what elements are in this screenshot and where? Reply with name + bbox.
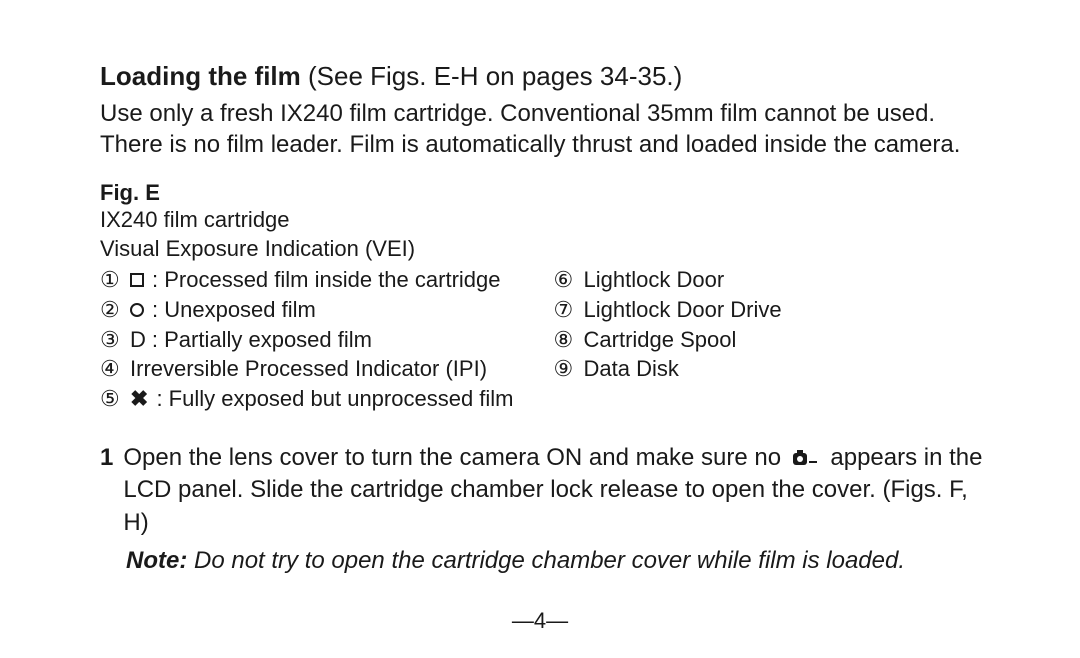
legend-text: : Unexposed film [152,295,316,325]
note-body: Do not try to open the cartridge chamber… [187,547,905,574]
legend-number: ⑤ [100,384,124,414]
legend-item: ④ Irreversible Processed Indicator (IPI) [100,354,514,384]
section-heading: Loading the film (See Figs. E-H on pages… [100,60,990,94]
square-icon [130,273,144,287]
cartridge-icon [792,449,820,467]
legend-item: ① : Processed film inside the cartridge [100,265,514,295]
step-number: 1 [100,442,113,539]
step-1: 1 Open the lens cover to turn the camera… [100,442,990,539]
legend-item: ⑥ Lightlock Door [554,265,782,295]
legend-number: ④ [100,354,124,384]
legend-number: ③ [100,325,124,355]
legend-item: ⑤ ✖ : Fully exposed but unprocessed film [100,384,514,414]
legend-left-column: ① : Processed film inside the cartridge … [100,265,514,413]
legend-text: : Fully exposed but unprocessed film [156,384,513,414]
legend-number: ⑥ [554,265,578,295]
legend-text: Data Disk [584,354,679,384]
figure-subtitle-1: IX240 film cartridge [100,206,990,235]
figure-subtitle-2: Visual Exposure Indication (VEI) [100,235,990,264]
legend-number: ② [100,295,124,325]
legend-number: ⑧ [554,325,578,355]
legend-item: ③ D : Partially exposed film [100,325,514,355]
x-icon: ✖ [130,384,148,414]
step-text-before: Open the lens cover to turn the camera O… [123,444,787,471]
heading-bold: Loading the film [100,61,301,91]
legend-text: Lightlock Door [584,265,725,295]
step-body: Open the lens cover to turn the camera O… [123,442,990,539]
legend-item: ⑧ Cartridge Spool [554,325,782,355]
legend-item: ② : Unexposed film [100,295,514,325]
legend-item: ⑦ Lightlock Door Drive [554,295,782,325]
legend-text: Irreversible Processed Indicator (IPI) [130,354,487,384]
legend-text: : Partially exposed film [152,325,372,355]
intro-paragraph: Use only a fresh IX240 film cartridge. C… [100,98,990,160]
legend-text: Cartridge Spool [584,325,737,355]
legend-item: ⑨ Data Disk [554,354,782,384]
legend-columns: ① : Processed film inside the cartridge … [100,265,990,413]
legend-number: ⑨ [554,354,578,384]
legend-number: ⑦ [554,295,578,325]
heading-rest: (See Figs. E-H on pages 34-35.) [301,61,683,91]
legend-number: ① [100,265,124,295]
page-number: —4— [512,608,568,634]
figure-label: Fig. E [100,180,990,206]
note-label: Note: [126,547,187,574]
legend-text: Lightlock Door Drive [584,295,782,325]
legend-right-column: ⑥ Lightlock Door ⑦ Lightlock Door Drive … [554,265,782,413]
legend-text: : Processed film inside the cartridge [152,265,501,295]
circle-icon [130,303,144,317]
legend-symbol-d: D [130,325,146,355]
note: Note: Do not try to open the cartridge c… [100,545,990,577]
